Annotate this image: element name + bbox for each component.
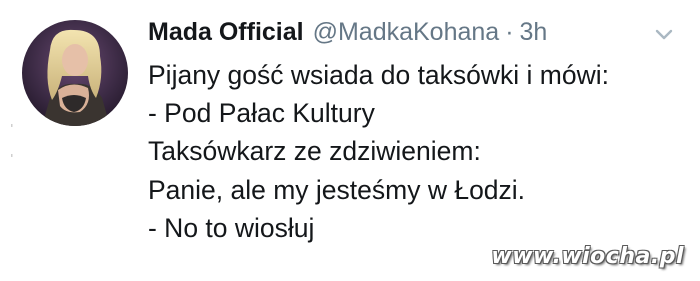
timestamp[interactable]: 3h — [520, 18, 548, 47]
chevron-down-icon[interactable] — [650, 24, 678, 46]
tweet-header: Mada Official @MadkaKohana · 3h — [148, 18, 547, 52]
avatar[interactable] — [22, 20, 128, 126]
tweet-line: Pijany gość wsiada do taksówki i mówi: — [148, 60, 609, 90]
separator-dot: · — [505, 18, 514, 46]
tweet-line: Taksówkarz ze zdziwieniem: — [148, 136, 481, 167]
tweet-card[interactable]: Mada Official @MadkaKohana · 3h Pijany g… — [0, 0, 700, 281]
display-name[interactable]: Mada Official — [148, 18, 304, 47]
tweet-text: Pijany gość wsiada do taksówki i mówi: -… — [148, 56, 688, 247]
user-handle[interactable]: @MadkaKohana — [313, 18, 500, 47]
avatar-image — [22, 20, 128, 126]
tweet-line: Panie, ale my jesteśmy w Łodzi. — [148, 174, 526, 205]
tweet-line: - No to wiosłuj — [148, 212, 315, 243]
tweet-line: - Pod Pałac Kultury — [148, 98, 375, 129]
edge-artifact — [9, 124, 15, 164]
site-watermark: www.wiocha.pl — [491, 244, 684, 269]
